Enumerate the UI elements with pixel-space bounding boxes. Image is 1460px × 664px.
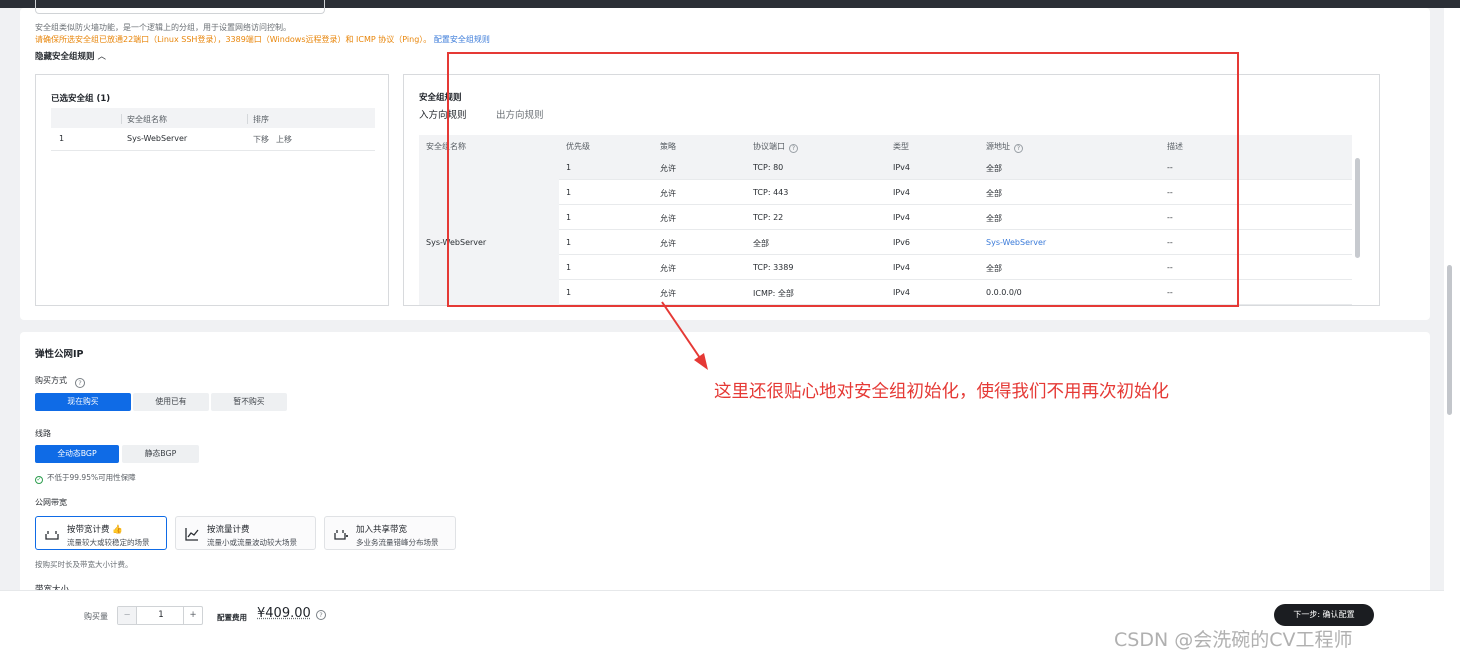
config-fee-label: 配置费用 (217, 613, 247, 622)
card-title: 按流量计费 (207, 525, 250, 535)
shared-bandwidth-icon (334, 530, 348, 540)
purchase-option-buy-now[interactable]: 现在购买 (35, 393, 131, 411)
header-group-name: 安全组名称 (127, 115, 167, 124)
page-scrollbar-thumb[interactable] (1447, 265, 1452, 415)
purchase-method-text: 购买方式 (35, 376, 67, 385)
availability-text: 不低于99.95%可用性保障 (47, 473, 136, 482)
traffic-chart-icon (185, 528, 199, 541)
header-order: 排序 (253, 115, 269, 124)
line-option-dynamic-bgp[interactable]: 全动态BGP (35, 445, 119, 463)
help-icon[interactable]: ? (75, 378, 85, 388)
annotation-text: 这里还很贴心地对安全组初始化，使得我们不用再次初始化 (714, 382, 1169, 402)
table-row: 1 Sys-WebServer 下移 上移 (51, 128, 375, 151)
card-subtitle: 流量较大或较稳定的场景 (67, 538, 150, 547)
bandwidth-card-by-traffic[interactable]: 按流量计费 流量小或流量波动较大场景 (175, 516, 316, 550)
thumbs-up-icon: 👍 (112, 525, 123, 535)
bandwidth-meter-icon (45, 531, 59, 540)
row-index: 1 (59, 134, 65, 143)
chevron-up-icon: ︿ (97, 52, 107, 62)
security-group-select[interactable] (35, 0, 325, 14)
quantity-increase-button[interactable]: + (183, 607, 202, 624)
card-subtitle: 流量小或流量波动较大场景 (207, 538, 297, 547)
purchase-option-use-existing[interactable]: 使用已有 (133, 393, 209, 411)
bandwidth-card-shared[interactable]: 加入共享带宽 多业务流量错峰分布场景 (324, 516, 456, 550)
line-label: 线路 (35, 429, 51, 438)
column-separator (121, 114, 122, 124)
config-rules-link[interactable]: 配置安全组规则 (434, 35, 490, 44)
selected-groups-header: 安全组名称 排序 (51, 108, 375, 128)
quantity-label: 购买量 (84, 612, 108, 621)
card-title: 按带宽计费 👍 (67, 523, 123, 535)
watermark: CSDN @会洗碗的CV工程师 (1114, 629, 1353, 651)
line-option-static-bgp[interactable]: 静态BGP (122, 445, 199, 463)
quantity-stepper[interactable]: − 1 + (117, 606, 203, 625)
row-group-name: Sys-WebServer (127, 134, 188, 143)
hide-rules-toggle[interactable]: 隐藏安全组规则 ︿ (35, 50, 106, 62)
config-fee-value[interactable]: ¥409.00 (257, 606, 311, 621)
purchase-method-label: 购买方式? (35, 375, 85, 388)
move-up-button[interactable]: 上移 (276, 134, 292, 145)
availability-note: ✓ 不低于99.95%可用性保障 (35, 472, 136, 484)
hide-rules-label: 隐藏安全组规则 (35, 52, 95, 62)
column-separator (247, 114, 248, 124)
security-group-warning: 请确保所选安全组已放通22端口（Linux SSH登录），3389端口（Wind… (35, 34, 490, 45)
card-title-text: 按带宽计费 (67, 525, 110, 535)
warning-text: 请确保所选安全组已放通22端口（Linux SSH登录），3389端口（Wind… (35, 35, 432, 44)
eip-section-title: 弹性公网IP (35, 349, 84, 360)
annotation-highlight-box (447, 52, 1239, 307)
billing-note: 按购买时长及带宽大小计费。 (35, 560, 133, 569)
next-confirm-config-button[interactable]: 下一步: 确认配置 (1274, 604, 1374, 626)
bandwidth-label: 公网带宽 (35, 498, 67, 507)
bandwidth-card-by-bandwidth[interactable]: 按带宽计费 👍 流量较大或较稳定的场景 (35, 516, 167, 550)
security-group-description: 安全组类似防火墙功能，是一个逻辑上的分组，用于设置网络访问控制。 (35, 23, 291, 32)
selected-groups-box: 已选安全组 (1) 安全组名称 排序 1 Sys-WebServer 下移 上移 (35, 74, 389, 306)
quantity-input[interactable]: 1 (137, 607, 185, 624)
help-icon[interactable]: ? (316, 610, 326, 620)
card-subtitle: 多业务流量错峰分布场景 (356, 538, 439, 547)
selected-groups-title: 已选安全组 (1) (51, 94, 111, 104)
card-title: 加入共享带宽 (356, 525, 408, 535)
purchase-option-not-now[interactable]: 暂不购买 (211, 393, 287, 411)
check-circle-icon: ✓ (35, 476, 43, 484)
rules-scrollbar-thumb[interactable] (1355, 158, 1360, 258)
move-down-button[interactable]: 下移 (253, 134, 269, 145)
quantity-decrease-button[interactable]: − (118, 607, 137, 624)
